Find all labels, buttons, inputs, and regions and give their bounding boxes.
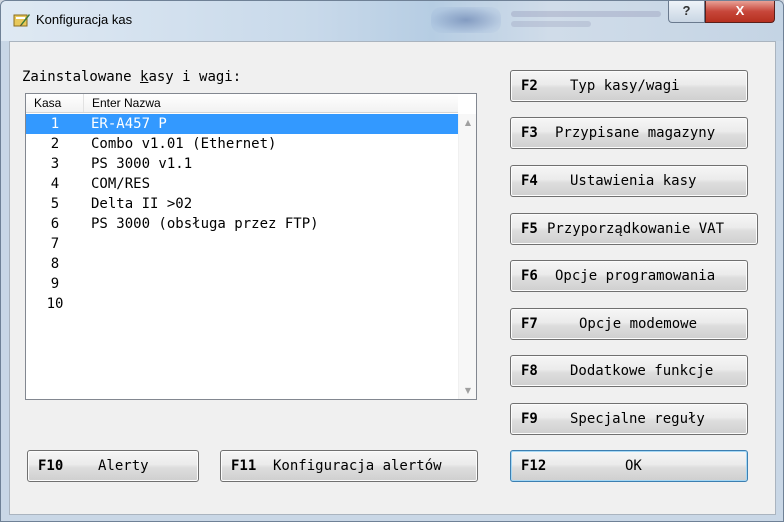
f5-vat-button[interactable]: F5 Przyporządkowanie VAT xyxy=(510,213,758,245)
button-label: Przyporządkowanie VAT xyxy=(547,221,725,237)
f12-ok-button[interactable]: F12 OK xyxy=(510,450,748,482)
button-label: Konfiguracja alertów xyxy=(273,458,442,474)
list-row[interactable]: 6 PS 3000 (obsługa przez FTP) xyxy=(26,214,458,234)
row-number: 7 xyxy=(50,236,60,252)
list-row[interactable]: 10 xyxy=(26,294,458,314)
row-number: 1 xyxy=(50,116,60,132)
close-button[interactable]: X xyxy=(705,1,775,23)
background-decoration-text xyxy=(511,11,661,17)
row-name: COM/RES xyxy=(91,176,151,192)
list-row[interactable]: 8 xyxy=(26,254,458,274)
caption-text: Zainstalowane xyxy=(22,69,141,85)
row-number: 9 xyxy=(50,276,60,292)
row-number: 6 xyxy=(50,216,60,232)
button-label: Opcje modemowe xyxy=(579,316,698,332)
f10-alerts-button[interactable]: F10 Alerty xyxy=(27,450,199,482)
button-label: Opcje programowania xyxy=(555,268,716,284)
scroll-up-icon[interactable]: ▲ xyxy=(459,114,477,131)
f11-alert-config-button[interactable]: F11 Konfiguracja alertów xyxy=(220,450,478,482)
button-key: F2 xyxy=(521,78,538,94)
f3-warehouses-button[interactable]: F3 Przypisane magazyny xyxy=(510,117,748,149)
list-row[interactable]: 3 PS 3000 v1.1 xyxy=(26,154,458,174)
row-number: 10 xyxy=(46,296,64,312)
list-caption: Zainstalowane kasy i wagi: xyxy=(22,69,241,85)
row-number: 8 xyxy=(50,256,60,272)
button-key: F7 xyxy=(521,316,538,332)
list-rows: 1 ER-A457 P 2 Combo v1.01 (Ethernet) 3 PS 3… xyxy=(26,114,458,399)
button-label: Ustawienia kasy xyxy=(570,173,697,189)
list-row[interactable]: 7 xyxy=(26,234,458,254)
button-key: F3 xyxy=(521,125,538,141)
button-key: F6 xyxy=(521,268,538,284)
column-header-kasa[interactable]: Kasa xyxy=(26,94,84,112)
title-bar[interactable]: Konfiguracja kas ? X xyxy=(1,1,783,41)
help-button[interactable]: ? xyxy=(668,1,705,23)
help-icon: ? xyxy=(682,3,691,18)
button-key: F10 xyxy=(38,458,64,474)
list-row[interactable]: 4 COM/RES xyxy=(26,174,458,194)
f8-functions-button[interactable]: F8 Dodatkowe funkcje xyxy=(510,355,748,387)
row-name: ER-A457 P xyxy=(91,116,167,132)
f6-programming-button[interactable]: F6 Opcje programowania xyxy=(510,260,748,292)
row-name: PS 3000 v1.1 xyxy=(91,156,193,172)
button-label: OK xyxy=(625,458,642,474)
app-icon xyxy=(13,14,30,27)
list-row[interactable]: 9 xyxy=(26,274,458,294)
caption-text: asy i wagi: xyxy=(148,69,242,85)
row-number: 3 xyxy=(50,156,60,172)
column-header-name[interactable]: Enter Nazwa xyxy=(84,94,458,112)
list-row[interactable]: 1 ER-A457 P xyxy=(26,114,458,134)
row-number: 2 xyxy=(50,136,60,152)
button-label: Dodatkowe funkcje xyxy=(570,363,714,379)
row-number: 4 xyxy=(50,176,60,192)
window-title: Konfiguracja kas xyxy=(36,12,133,27)
row-name: Combo v1.01 (Ethernet) xyxy=(91,136,277,152)
button-key: F4 xyxy=(521,173,538,189)
button-label: Przypisane magazyny xyxy=(555,125,716,141)
button-label: Specjalne reguły xyxy=(570,411,705,427)
row-number: 5 xyxy=(50,196,60,212)
cash-register-list[interactable]: Kasa Enter Nazwa 1 ER-A457 P 2 Combo v1.01… xyxy=(25,93,477,400)
row-name: Delta II >02 xyxy=(91,196,193,212)
background-decoration xyxy=(431,7,501,33)
scroll-down-icon[interactable]: ▼ xyxy=(459,382,477,399)
button-key: F11 xyxy=(231,458,257,474)
button-label: Alerty xyxy=(98,458,149,474)
list-row[interactable]: 2 Combo v1.01 (Ethernet) xyxy=(26,134,458,154)
f4-settings-button[interactable]: F4 Ustawienia kasy xyxy=(510,165,748,197)
button-key: F9 xyxy=(521,411,538,427)
row-name: PS 3000 (obsługa przez FTP) xyxy=(91,216,319,232)
f2-type-button[interactable]: F2 Typ kasy/wagi xyxy=(510,70,748,102)
background-decoration-text xyxy=(511,21,591,27)
button-key: F5 xyxy=(521,221,538,237)
button-key: F12 xyxy=(521,458,547,474)
list-header: Kasa Enter Nazwa xyxy=(26,94,458,113)
f7-modem-button[interactable]: F7 Opcje modemowe xyxy=(510,308,748,340)
button-label: Typ kasy/wagi xyxy=(570,78,680,94)
list-scrollbar[interactable]: ▲ ▼ xyxy=(458,114,476,399)
close-icon: X xyxy=(735,3,745,18)
f9-rules-button[interactable]: F9 Specjalne reguły xyxy=(510,403,748,435)
button-key: F8 xyxy=(521,363,538,379)
list-row[interactable]: 5 Delta II >02 xyxy=(26,194,458,214)
config-window: Konfiguracja kas ? X Zainstalowane kasy … xyxy=(0,0,784,522)
